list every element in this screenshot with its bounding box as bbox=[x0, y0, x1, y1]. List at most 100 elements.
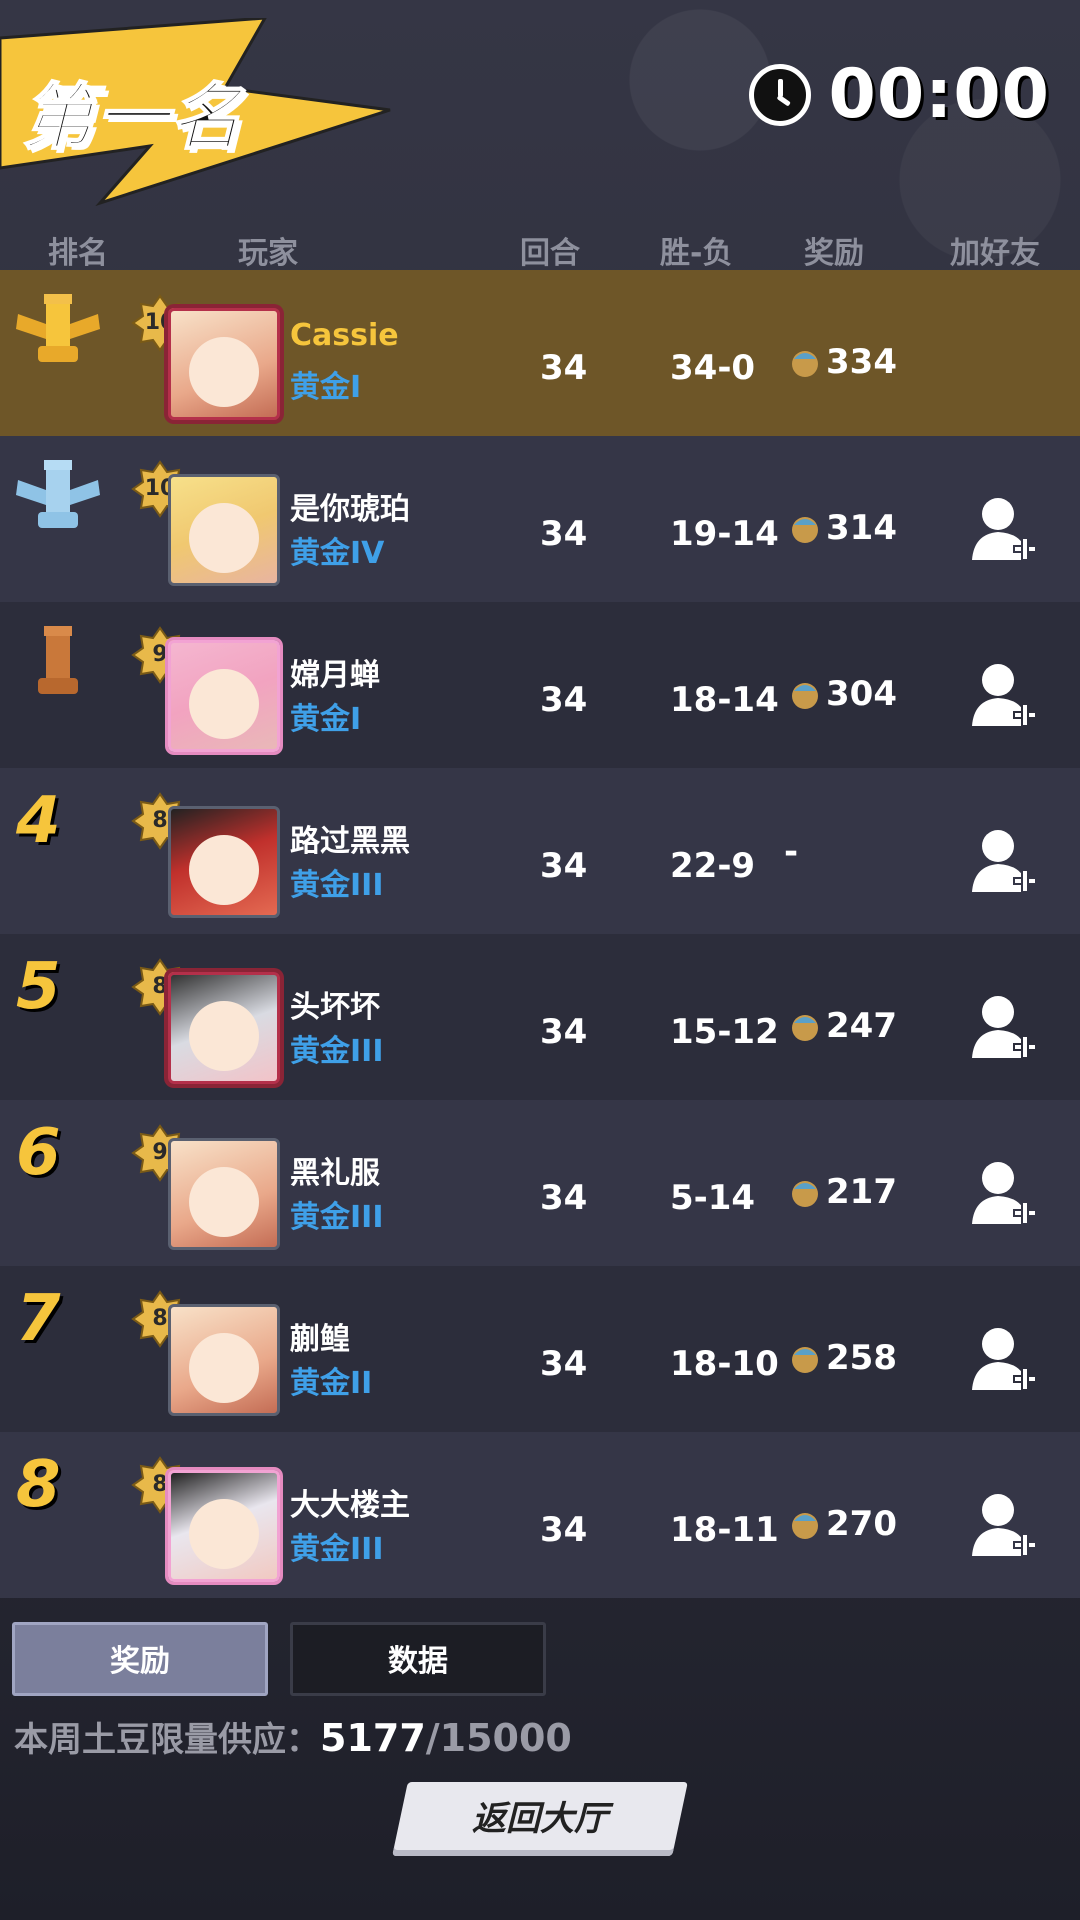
win-loss-value: 18-10 bbox=[670, 1344, 779, 1384]
reward-amount: 247 bbox=[826, 1006, 897, 1046]
back-to-lobby-label[interactable]: 返回大厅 bbox=[400, 1782, 680, 1856]
add-friend-icon[interactable] bbox=[970, 1158, 1036, 1228]
rank-number: 4 bbox=[16, 784, 61, 858]
add-friend-icon[interactable] bbox=[970, 1490, 1036, 1560]
table-row: 6 9 黑礼服 黄金III 34 5-14 217 bbox=[0, 1100, 1080, 1266]
reward-value: 217 bbox=[788, 1172, 897, 1212]
tab-data[interactable]: 数据 bbox=[290, 1622, 546, 1696]
reward-amount: 258 bbox=[826, 1338, 897, 1378]
reward-value: 258 bbox=[788, 1338, 897, 1378]
reward-value: 247 bbox=[788, 1006, 897, 1046]
player-name: 黑礼服 bbox=[290, 1156, 380, 1191]
weekly-supply: 本周土豆限量供应：5177/15000 bbox=[14, 1712, 572, 1761]
reward-amount: 334 bbox=[826, 342, 897, 382]
add-friend-icon[interactable] bbox=[970, 494, 1036, 564]
table-row: 10 Cassie 黄金I 34 34-0 334 bbox=[0, 270, 1080, 436]
player-name: 路过黑黑 bbox=[290, 824, 410, 859]
win-loss-value: 18-14 bbox=[670, 680, 779, 720]
rank-number: 8 bbox=[16, 1448, 61, 1522]
rounds-value: 34 bbox=[540, 1012, 588, 1052]
add-friend-icon[interactable] bbox=[970, 826, 1036, 896]
avatar[interactable] bbox=[168, 806, 280, 918]
potato-coin-icon bbox=[792, 1181, 818, 1207]
player-name: 大大楼主 bbox=[290, 1488, 410, 1523]
player-tier: 黄金III bbox=[290, 1200, 384, 1235]
potato-coin-icon bbox=[792, 517, 818, 543]
player-tier: 黄金III bbox=[290, 868, 384, 903]
potato-coin-icon bbox=[792, 1513, 818, 1539]
avatar[interactable] bbox=[168, 308, 280, 420]
player-tier: 黄金II bbox=[290, 1366, 373, 1401]
reward-amount: 304 bbox=[826, 674, 897, 714]
timer-text: 00:00 bbox=[828, 55, 1050, 134]
rounds-value: 34 bbox=[540, 680, 588, 720]
tab-reward[interactable]: 奖励 bbox=[12, 1622, 268, 1696]
rank-number: 6 bbox=[16, 1116, 61, 1190]
avatar[interactable] bbox=[168, 474, 280, 586]
avatar[interactable] bbox=[168, 1304, 280, 1416]
player-tier: 黄金IV bbox=[290, 536, 385, 571]
supply-current: 5177 bbox=[320, 1716, 426, 1760]
column-header-rank: 排名 bbox=[48, 236, 108, 271]
win-loss-value: 5-14 bbox=[670, 1178, 756, 1218]
player-name: 头坏坏 bbox=[290, 990, 380, 1025]
player-tier: 黄金I bbox=[290, 702, 362, 737]
rounds-value: 34 bbox=[540, 846, 588, 886]
win-loss-value: 15-12 bbox=[670, 1012, 779, 1052]
win-loss-value: 34-0 bbox=[670, 348, 756, 388]
table-row: 4 8 路过黑黑 黄金III 34 22-9 - bbox=[0, 768, 1080, 934]
rank-number: 5 bbox=[16, 950, 61, 1024]
table-row: 10 是你琥珀 黄金IV 34 19-14 314 bbox=[0, 436, 1080, 602]
rounds-value: 34 bbox=[540, 348, 588, 388]
timer: 00:00 bbox=[748, 55, 1050, 134]
rounds-value: 34 bbox=[540, 514, 588, 554]
rank-number: 7 bbox=[16, 1282, 61, 1356]
potato-coin-icon bbox=[792, 351, 818, 377]
reward-value: 314 bbox=[788, 508, 897, 548]
player-tier: 黄金III bbox=[290, 1034, 384, 1069]
reward-amount: - bbox=[784, 832, 799, 872]
supply-label: 本周土豆限量供应： bbox=[14, 1720, 320, 1760]
avatar[interactable] bbox=[168, 1138, 280, 1250]
column-header-add-friend: 加好友 bbox=[950, 236, 1040, 271]
avatar[interactable] bbox=[168, 1470, 280, 1582]
potato-coin-icon bbox=[792, 1347, 818, 1373]
reward-value: 334 bbox=[788, 342, 897, 382]
player-name: 是你琥珀 bbox=[290, 492, 410, 527]
win-loss-value: 18-11 bbox=[670, 1510, 779, 1550]
clock-icon bbox=[748, 63, 811, 126]
reward-amount: 314 bbox=[826, 508, 897, 548]
avatar[interactable] bbox=[168, 972, 280, 1084]
gold-chess-rook-icon bbox=[16, 294, 100, 362]
rounds-value: 34 bbox=[540, 1510, 588, 1550]
reward-value: 304 bbox=[788, 674, 897, 714]
supply-total: /15000 bbox=[425, 1716, 572, 1760]
column-header-win-loss: 胜-负 bbox=[660, 236, 733, 271]
bronze-chess-rook-icon bbox=[38, 626, 78, 694]
column-header-player: 玩家 bbox=[238, 236, 298, 271]
table-row: 9 嫦月蝉 黄金I 34 18-14 304 bbox=[0, 602, 1080, 768]
rounds-value: 34 bbox=[540, 1344, 588, 1384]
avatar[interactable] bbox=[168, 640, 280, 752]
potato-coin-icon bbox=[792, 683, 818, 709]
add-friend-icon[interactable] bbox=[970, 660, 1036, 730]
reward-amount: 270 bbox=[826, 1504, 897, 1544]
add-friend-icon[interactable] bbox=[970, 992, 1036, 1062]
rounds-value: 34 bbox=[540, 1178, 588, 1218]
player-name: Cassie bbox=[290, 318, 399, 353]
placement-title: 第一名 bbox=[21, 74, 245, 160]
column-header-rounds: 回合 bbox=[520, 236, 580, 271]
player-tier: 黄金I bbox=[290, 370, 362, 405]
win-loss-value: 19-14 bbox=[670, 514, 779, 554]
table-row: 8 8 大大楼主 黄金III 34 18-11 270 bbox=[0, 1432, 1080, 1598]
player-name: 蒯鳇 bbox=[290, 1322, 350, 1357]
column-header-reward: 奖励 bbox=[804, 236, 864, 271]
potato-coin-icon bbox=[792, 1015, 818, 1041]
silver-chess-rook-icon bbox=[16, 460, 100, 528]
win-loss-value: 22-9 bbox=[670, 846, 756, 886]
reward-value: 270 bbox=[788, 1504, 897, 1544]
table-row: 5 8 头坏坏 黄金III 34 15-12 247 bbox=[0, 934, 1080, 1100]
reward-amount: 217 bbox=[826, 1172, 897, 1212]
add-friend-icon[interactable] bbox=[970, 1324, 1036, 1394]
table-row: 7 8 蒯鳇 黄金II 34 18-10 258 bbox=[0, 1266, 1080, 1432]
